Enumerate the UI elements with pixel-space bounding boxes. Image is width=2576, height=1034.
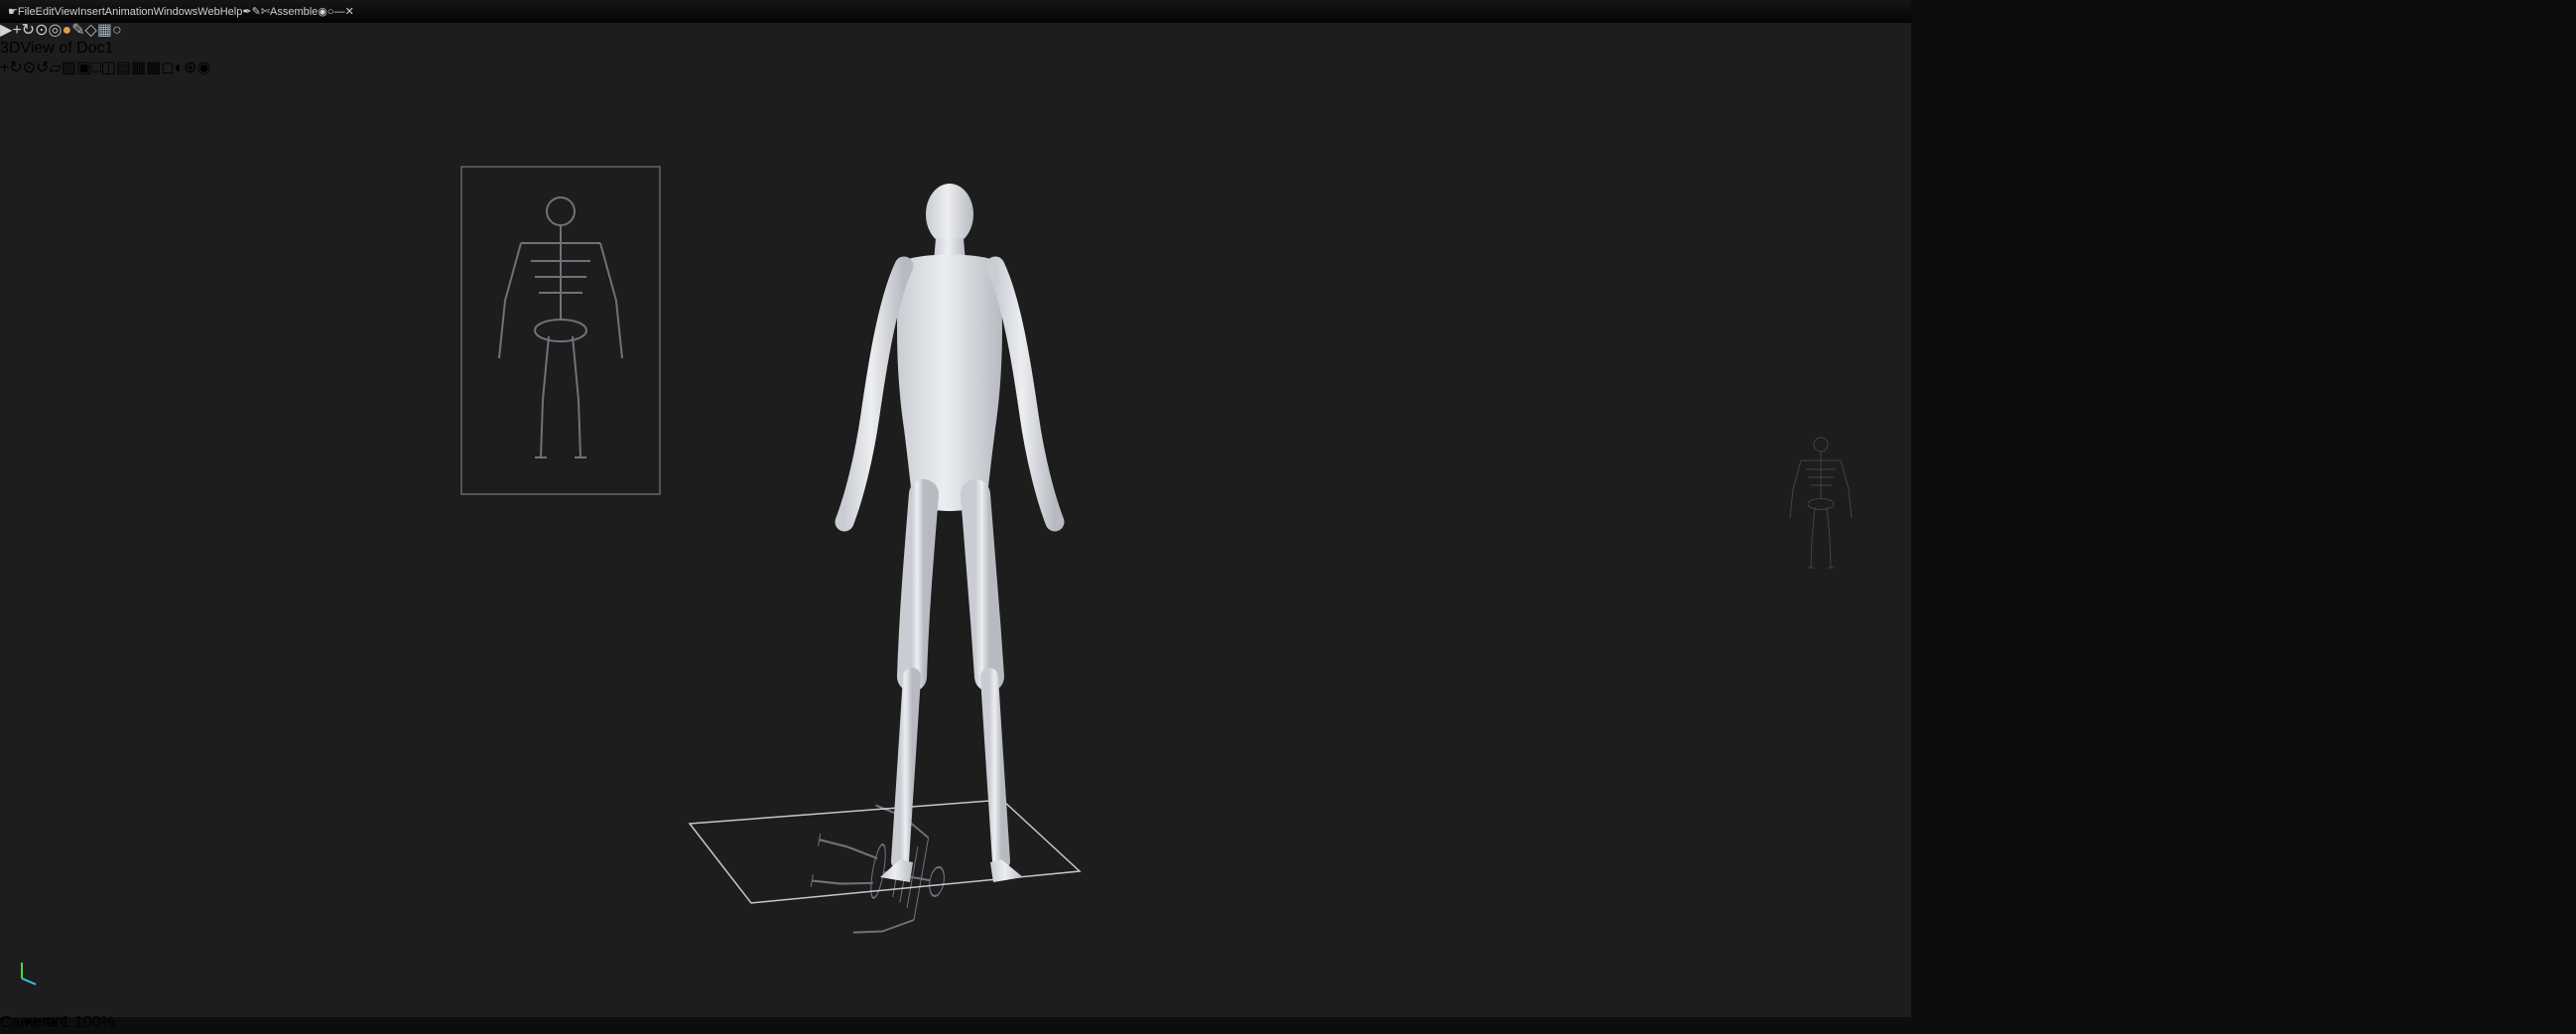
viewport-titlebar[interactable]: 3DView of Doc1 +↻⊙↺▱▨▣□◫▤▦▩◻◐⊕◉ <box>0 40 1911 77</box>
layout-single-icon[interactable]: □ <box>91 60 101 76</box>
menu-item-file[interactable]: File <box>18 6 36 18</box>
pen-icon[interactable]: ✎ <box>252 6 261 18</box>
magnifier-tool-icon[interactable]: ○ <box>112 22 122 39</box>
axis-indicator <box>21 963 37 985</box>
paint-shape-tool-icon[interactable]: ● <box>62 22 71 39</box>
bank-camera-icon[interactable]: ↺ <box>36 60 49 76</box>
application: ☛ FileEditViewInsertAnimationWindowsWebH… <box>0 0 2576 1034</box>
orbit-camera-icon[interactable]: ↻ <box>9 60 22 76</box>
wireframe-mode-icon[interactable]: ▱ <box>50 60 62 76</box>
scene-canvas <box>21 166 1853 985</box>
menu-item-help[interactable]: Help <box>220 6 243 18</box>
main-window: ☛ FileEditViewInsertAnimationWindowsWebH… <box>0 0 1911 1031</box>
close-button[interactable]: ✕ <box>345 6 354 18</box>
layout-split-v-icon[interactable]: ▤ <box>116 60 131 76</box>
layout-split-h-icon[interactable]: ◫ <box>101 60 116 76</box>
skeleton-wireframe-wall[interactable] <box>460 166 661 495</box>
menu-item-edit[interactable]: Edit <box>36 6 55 18</box>
zoom-tool-icon[interactable]: ⊙ <box>35 22 48 39</box>
orbit-tool-icon[interactable]: ↻ <box>22 22 35 39</box>
menu-right-icons: ◉○ <box>318 5 333 18</box>
render-options-icon[interactable]: ◉ <box>197 60 211 76</box>
skeleton-wireframe-right[interactable] <box>1789 437 1853 569</box>
menu-item-web[interactable]: Web <box>197 6 219 18</box>
preview-sphere-icon[interactable]: ◐ <box>175 60 185 76</box>
window-buttons: —✕ <box>334 5 354 18</box>
grid-options-icon[interactable]: ▩ <box>146 60 161 76</box>
room-label[interactable]: Assemble <box>270 6 318 18</box>
viewport-3d[interactable]: Camera 1 100% <box>0 77 1911 1032</box>
menu-items: FileEditViewInsertAnimationWindowsWebHel… <box>18 6 242 18</box>
eyedropper-tool-icon[interactable]: ✎ <box>71 22 84 39</box>
smooth-shade-mode-ic[interactable]: ▣ <box>76 60 91 76</box>
menu-item-windows[interactable]: Windows <box>154 6 198 18</box>
blade-icon[interactable]: ✄ <box>261 6 270 18</box>
menu-item-insert[interactable]: Insert <box>77 6 105 18</box>
app-logo-icon: ☛ <box>8 6 18 18</box>
flat-shade-mode-icon[interactable]: ▨ <box>62 60 76 76</box>
minimize-button[interactable]: — <box>334 6 345 18</box>
viewport-icons: +↻⊙↺▱▨▣□◫▤▦▩◻◐⊕◉ <box>0 58 1911 77</box>
render-region-tool-icon[interactable]: ▦ <box>97 22 112 39</box>
production-frame-icon[interactable]: ◻ <box>161 60 174 76</box>
genesis-8-male-figure[interactable] <box>835 184 1065 882</box>
viewport-title: 3DView of Doc1 <box>0 40 114 57</box>
quill-icon[interactable]: ✒ <box>242 6 251 18</box>
floor-selection-box <box>688 799 1082 904</box>
menu-bar: ☛ FileEditViewInsertAnimationWindowsWebH… <box>0 0 1911 23</box>
pan-tool-icon[interactable]: + <box>12 22 21 39</box>
select-tool-icon[interactable]: ▶ <box>0 22 12 39</box>
camera-label: Camera 1 100% <box>0 1014 115 1031</box>
zoom-camera-icon[interactable]: ⊙ <box>23 60 36 76</box>
skeleton-wireframe-floor[interactable] <box>803 795 957 948</box>
target-icon[interactable]: ○ <box>327 6 334 18</box>
hotpoint-tool-icon[interactable]: ◇ <box>85 22 97 39</box>
menu-item-view[interactable]: View <box>55 6 78 18</box>
globe-icon[interactable]: ⊕ <box>184 60 196 76</box>
menu-item-animation[interactable]: Animation <box>105 6 154 18</box>
left-toolbar: ▶+↻⊙◎●✎◇▦○ <box>0 20 1911 40</box>
pan-camera-icon[interactable]: + <box>0 60 9 76</box>
crosshair-tool-icon[interactable]: ◎ <box>48 22 62 39</box>
eye-icon[interactable]: ◉ <box>318 6 327 18</box>
room-tool-icons: ✒✎✄ <box>242 5 270 18</box>
layout-quad-icon[interactable]: ▦ <box>131 60 146 76</box>
